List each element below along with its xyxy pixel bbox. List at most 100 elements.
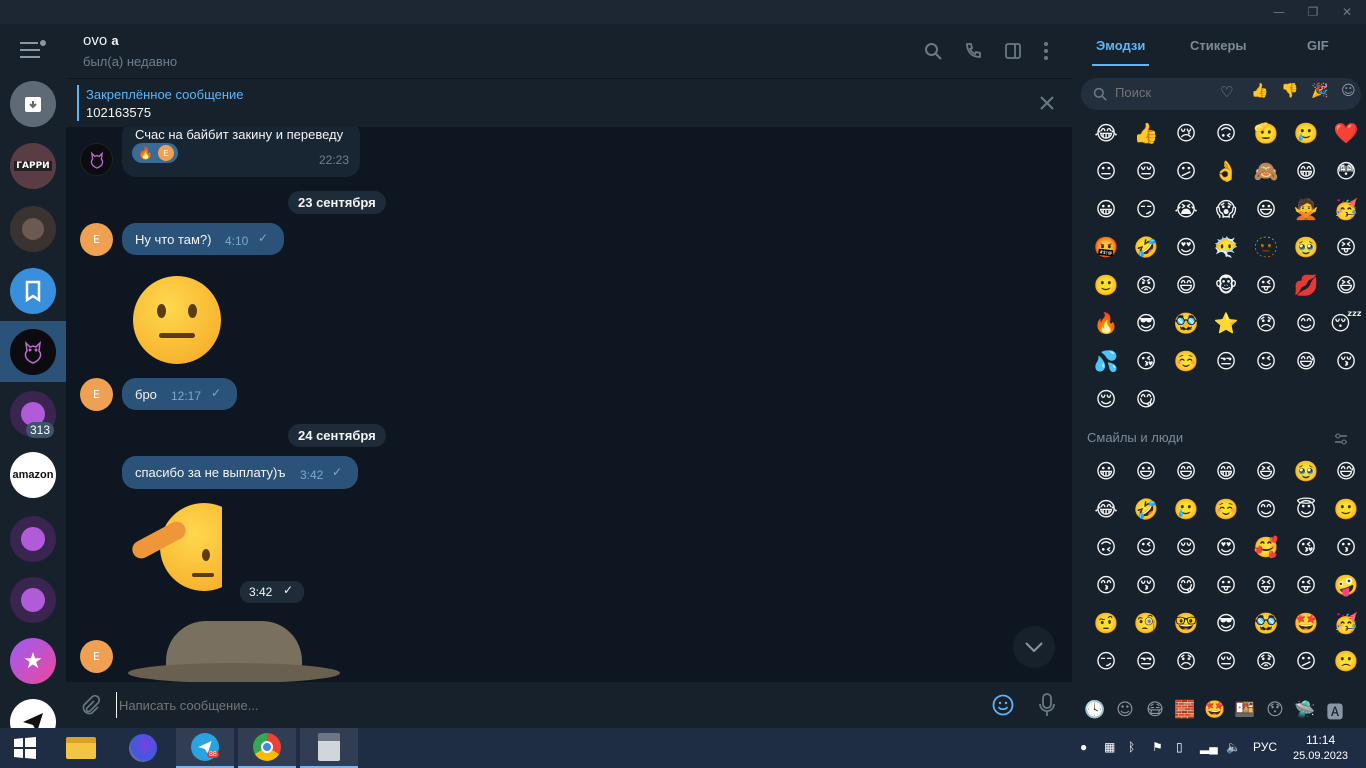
emoji-item[interactable]: 😏 [1126,190,1166,228]
emoji-item[interactable]: ❤️ [1326,114,1366,152]
emoji-item[interactable]: 😕 [1166,152,1206,190]
emoji-item[interactable]: 😢 [1166,114,1206,152]
message-bubble[interactable]: спасибо за не выплату)ъ 3:42 ✓ [122,456,358,489]
settings-sliders-icon[interactable] [1334,432,1348,446]
emoji-item[interactable]: 😉 [1246,342,1286,380]
emoji-item[interactable]: 😄 [1166,266,1206,304]
emoji-item[interactable]: 🤣 [1126,490,1166,528]
windows-start-icon[interactable] [0,728,50,768]
chat-avatar-crypto-2[interactable] [10,516,56,562]
emoji-item[interactable]: 😊 [1286,304,1326,342]
sender-avatar-e[interactable]: E [80,640,113,673]
emoji-item[interactable]: 🤬 [1086,228,1126,266]
emoji-item[interactable]: 👍 [1126,114,1166,152]
message-input[interactable] [116,692,976,718]
telegram-taskbar-icon[interactable]: 88 [176,728,234,768]
emoji-item[interactable]: 🥹 [1286,228,1326,266]
emoji-item[interactable]: 😉 [1126,528,1166,566]
emoji-category-item[interactable]: 🤩 [1200,700,1230,720]
emoji-item[interactable]: ☺️ [1206,490,1246,528]
emoji-category-item[interactable]: 🅰 [1320,698,1350,723]
emoji-item[interactable]: ☺️ [1166,342,1206,380]
battery-icon[interactable]: ▯ [1176,740,1183,754]
sidebar-toggle-icon[interactable] [1004,42,1022,60]
hat-sticker[interactable] [128,613,340,682]
thumbs-up-category-icon[interactable]: 👍 [1251,83,1268,99]
scroll-down-button[interactable] [1013,626,1055,668]
menu-icon[interactable] [20,40,46,58]
emoji-item[interactable]: 😴 [1326,304,1366,342]
close-pinned-icon[interactable] [1040,96,1054,110]
emoji-item[interactable]: 😘 [1126,342,1166,380]
emoji-item[interactable]: 🤩 [1286,604,1326,642]
message-bubble[interactable]: Ну что там?) 4:10 ✓ [122,223,284,255]
tab-emoji[interactable]: Эмодзи [1096,38,1145,53]
network-tray-icon[interactable]: ▦ [1104,740,1115,754]
thumbs-down-category-icon[interactable]: 👎 [1281,83,1298,99]
emoji-item[interactable]: 😗 [1326,528,1366,566]
emoji-item[interactable]: 😊 [1246,490,1286,528]
emoji-item[interactable]: 🙃 [1206,114,1246,152]
saved-messages-icon[interactable] [10,268,56,314]
heart-category-icon[interactable]: ♡ [1220,83,1233,101]
chat-avatar-telegram[interactable] [10,699,56,728]
emoji-item[interactable]: 😭 [1166,190,1206,228]
emoji-item[interactable]: 😀 [1086,190,1126,228]
smile-category-icon[interactable]: ☺ [1341,83,1356,99]
chat-avatar-ovo[interactable] [10,329,56,375]
calculator-icon[interactable] [300,728,358,768]
emoji-category-item[interactable]: 😷 [1140,700,1170,720]
chat-title[interactable]: ovo a [83,32,119,49]
emoji-item[interactable]: 😜 [1286,566,1326,604]
chat-avatar-photo[interactable] [10,206,56,252]
emoji-item[interactable]: 😂 [1086,114,1126,152]
archive-icon[interactable] [10,81,56,127]
emoji-item[interactable]: 💦 [1086,342,1126,380]
chrome-icon[interactable] [238,728,296,768]
emoji-item[interactable]: 😜 [1246,266,1286,304]
emoji-item[interactable]: 🙃 [1086,528,1126,566]
emoji-item[interactable]: 😶‍🌫️ [1206,228,1246,266]
emoji-item[interactable]: 😛 [1206,566,1246,604]
emoji-category-item[interactable]: 🕓 [1080,700,1110,720]
emoji-item[interactable]: 😞 [1246,304,1286,342]
restore-icon[interactable]: ❐ [1296,0,1330,24]
emoji-item[interactable]: 🙈 [1246,152,1286,190]
message-bubble[interactable]: Счас на байбит закину и переведу 🔥 E 22:… [122,127,360,177]
language-indicator[interactable]: РУС [1253,740,1277,754]
file-explorer-icon[interactable] [52,728,110,768]
emoji-item[interactable]: 😔 [1206,642,1246,680]
emoji-item[interactable]: 🥸 [1166,304,1206,342]
microphone-icon[interactable] [1038,693,1056,717]
emoji-item[interactable]: 🥲 [1286,114,1326,152]
emoji-item[interactable]: 🙅 [1286,190,1326,228]
emoji-item[interactable]: 😡 [1126,266,1166,304]
clock-time[interactable]: 11:14 [1306,733,1335,747]
party-category-icon[interactable]: 🎉 [1311,83,1328,99]
emoji-item[interactable]: 🙂 [1326,490,1366,528]
emoji-item[interactable]: 🥳 [1326,604,1366,642]
emoji-item[interactable]: 😋 [1166,566,1206,604]
emoji-item[interactable]: 😆 [1246,452,1286,490]
bluetooth-icon[interactable]: ᛒ [1128,740,1135,754]
salute-sticker[interactable] [130,503,222,591]
emoji-category-item[interactable]: 🍱 [1230,700,1260,720]
emoji-item[interactable]: 😎 [1206,604,1246,642]
emoji-item[interactable]: 😚 [1126,566,1166,604]
reaction-chip[interactable]: 🔥 E [132,143,178,163]
emoji-item[interactable]: 🫥 [1246,228,1286,266]
emoji-item[interactable]: 😕 [1286,642,1326,680]
emoji-item[interactable]: 😒 [1206,342,1246,380]
emoji-item[interactable]: 🤨 [1086,604,1126,642]
emoji-button-icon[interactable] [992,694,1014,716]
emoji-item[interactable]: 🥰 [1246,528,1286,566]
emoji-item[interactable]: 🤓 [1166,604,1206,642]
emoji-item[interactable]: 😀 [1086,452,1126,490]
neutral-face-emoji[interactable] [133,276,221,364]
emoji-item[interactable]: 🥲 [1166,490,1206,528]
chat-avatar-crypto-3[interactable] [10,577,56,623]
chat-avatar-amazon[interactable]: amazon [10,452,56,498]
emoji-category-item[interactable]: 😯 [1260,700,1290,720]
emoji-item[interactable]: ⭐ [1206,304,1246,342]
tab-stickers[interactable]: Стикеры [1190,38,1247,53]
